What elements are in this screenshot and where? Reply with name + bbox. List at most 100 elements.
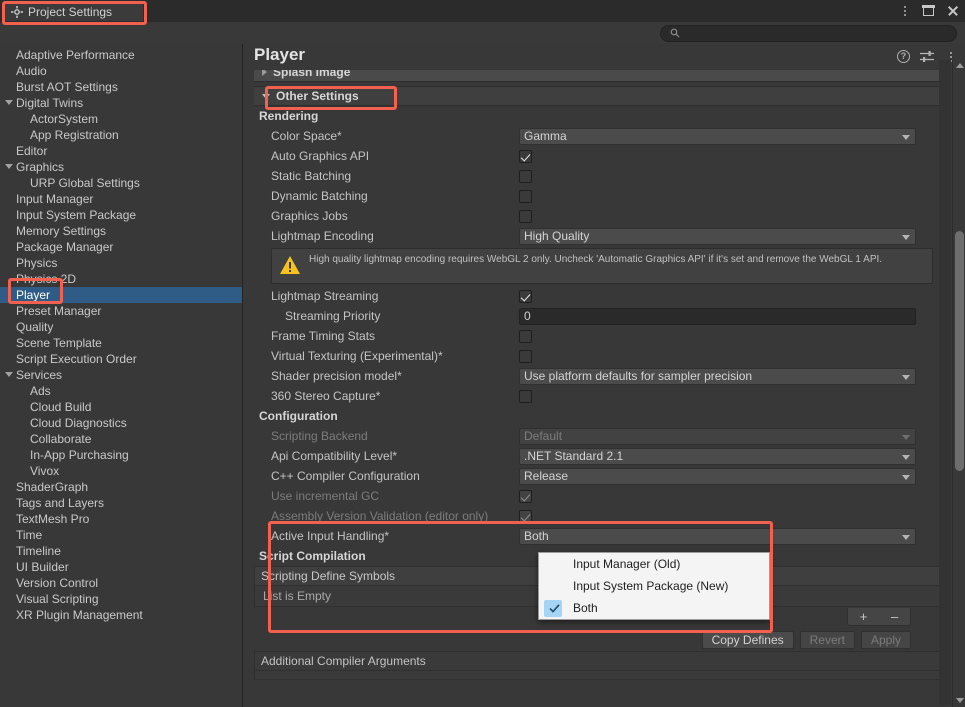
sidebar-item-visual-scripting[interactable]: Visual Scripting: [0, 591, 242, 607]
sidebar-item-physics-2d[interactable]: Physics 2D: [0, 271, 242, 287]
scroll-up-arrow-icon[interactable]: [955, 63, 964, 68]
sidebar-item-input-system-package[interactable]: Input System Package: [0, 207, 242, 223]
dropdown-value: Gamma: [524, 129, 567, 143]
checkbox-360-stereo-capture[interactable]: [519, 389, 532, 403]
sidebar-item-cloud-diagnostics[interactable]: Cloud Diagnostics: [0, 415, 242, 431]
sidebar-item-label: Digital Twins: [16, 96, 84, 110]
checkbox-assembly-version-validation-editor-only[interactable]: [519, 509, 532, 523]
sidebar-item-preset-manager[interactable]: Preset Manager: [0, 303, 242, 319]
window-scrollbar[interactable]: [952, 60, 965, 707]
additional-compiler-arguments-header[interactable]: Additional Compiler Arguments: [254, 651, 944, 671]
label-color-space: Color Space*: [271, 129, 342, 143]
row-streaming-priority: Streaming Priority 0: [254, 306, 952, 326]
sidebar-item-editor[interactable]: Editor: [0, 143, 242, 159]
row-scripting-backend: Scripting Backend Default: [254, 426, 952, 446]
dropdown-lightmap-encoding[interactable]: High Quality: [519, 227, 916, 245]
apply-button[interactable]: Apply: [860, 631, 911, 649]
tab-project-settings[interactable]: Project Settings: [5, 2, 143, 21]
label-360-stereo-capture: 360 Stereo Capture*: [271, 389, 381, 403]
menu-item-both[interactable]: Both: [539, 597, 769, 619]
menu-item-input-system-package-new[interactable]: Input System Package (New): [539, 575, 769, 597]
foldout-other-settings-label: Other Settings: [276, 89, 359, 103]
close-icon[interactable]: [946, 5, 959, 18]
kebab-menu-icon[interactable]: [898, 5, 911, 18]
dropdown-active-input-handling[interactable]: Both: [519, 527, 916, 545]
sidebar-item-player[interactable]: Player: [0, 287, 242, 303]
menu-item-input-manager-old[interactable]: Input Manager (Old): [539, 553, 769, 575]
sidebar-item-in-app-purchasing[interactable]: In-App Purchasing: [0, 447, 242, 463]
checkbox-graphics-jobs[interactable]: [519, 209, 532, 223]
control-area: [519, 329, 952, 343]
label-graphics-jobs: Graphics Jobs: [271, 209, 348, 223]
sidebar-item-label: Script Execution Order: [16, 352, 137, 366]
sidebar-item-shadergraph[interactable]: ShaderGraph: [0, 479, 242, 495]
scroll-down-arrow-icon[interactable]: [955, 698, 964, 703]
row-use-incremental-gc: Use incremental GC: [254, 486, 952, 506]
settings-sidebar[interactable]: Adaptive Performance Audio Burst AOT Setti…: [0, 44, 243, 707]
sidebar-item-tags-and-layers[interactable]: Tags and Layers: [0, 495, 242, 511]
checkbox-use-incremental-gc[interactable]: [519, 489, 532, 503]
add-define-button[interactable]: +: [860, 609, 868, 624]
sidebar-item-cloud-build[interactable]: Cloud Build: [0, 399, 242, 415]
dropdown-c-compiler-configuration[interactable]: Release: [519, 467, 916, 485]
sidebar-item-memory-settings[interactable]: Memory Settings: [0, 223, 242, 239]
sidebar-item-physics[interactable]: Physics: [0, 255, 242, 271]
sidebar-item-adaptive-performance[interactable]: Adaptive Performance: [0, 47, 242, 63]
sidebar-item-burst-aot-settings[interactable]: Burst AOT Settings: [0, 79, 242, 95]
checkbox-virtual-texturing-experimental[interactable]: [519, 349, 532, 363]
dropdown-shader-precision-model[interactable]: Use platform defaults for sampler precis…: [519, 367, 916, 385]
input-value: 0: [524, 309, 531, 323]
sidebar-item-textmesh-pro[interactable]: TextMesh Pro: [0, 511, 242, 527]
remove-define-button[interactable]: –: [891, 609, 898, 624]
sidebar-item-actorsystem[interactable]: ActorSystem: [0, 111, 242, 127]
checkbox-lightmap-streaming[interactable]: [519, 289, 532, 303]
chevron-down-icon[interactable]: [5, 164, 13, 169]
sidebar-item-scene-template[interactable]: Scene Template: [0, 335, 242, 351]
checkbox-frame-timing-stats[interactable]: [519, 329, 532, 343]
checkbox-static-batching[interactable]: [519, 169, 532, 183]
search-input[interactable]: [684, 27, 934, 40]
sidebar-item-timeline[interactable]: Timeline: [0, 543, 242, 559]
foldout-other-settings[interactable]: Other Settings: [254, 86, 944, 106]
preset-settings-icon[interactable]: [920, 50, 934, 63]
search-box[interactable]: [660, 25, 957, 42]
checkbox-auto-graphics-api[interactable]: [519, 149, 532, 163]
sidebar-item-time[interactable]: Time: [0, 527, 242, 543]
sidebar-item-package-manager[interactable]: Package Manager: [0, 239, 242, 255]
sidebar-item-quality[interactable]: Quality: [0, 319, 242, 335]
sidebar-item-version-control[interactable]: Version Control: [0, 575, 242, 591]
help-icon[interactable]: ?: [897, 50, 910, 63]
sidebar-item-xr-plugin-management[interactable]: XR Plugin Management: [0, 607, 242, 623]
sidebar-item-audio[interactable]: Audio: [0, 63, 242, 79]
sidebar-item-script-execution-order[interactable]: Script Execution Order: [0, 351, 242, 367]
foldout-splash-image[interactable]: Splash Image: [254, 70, 944, 82]
additional-compiler-arguments-label: Additional Compiler Arguments: [261, 654, 426, 668]
sidebar-item-label: Version Control: [16, 576, 99, 590]
active-input-handling-dropdown-menu[interactable]: Input Manager (Old) Input System Package …: [538, 552, 770, 620]
dropdown-scripting-backend[interactable]: Default: [519, 427, 916, 445]
control-area: 0: [519, 307, 952, 325]
sidebar-item-digital-twins[interactable]: Digital Twins: [0, 95, 242, 111]
sidebar-item-ads[interactable]: Ads: [0, 383, 242, 399]
checkbox-dynamic-batching[interactable]: [519, 189, 532, 203]
sidebar-item-ui-builder[interactable]: UI Builder: [0, 559, 242, 575]
sidebar-item-graphics[interactable]: Graphics: [0, 159, 242, 175]
chevron-down-icon[interactable]: [5, 100, 13, 105]
chevron-down-icon[interactable]: [5, 372, 13, 377]
revert-button[interactable]: Revert: [799, 631, 855, 649]
scrollbar-thumb[interactable]: [955, 231, 964, 471]
dropdown-color-space[interactable]: Gamma: [519, 127, 916, 145]
sidebar-item-vivox[interactable]: Vivox: [0, 463, 242, 479]
content-scroll-track[interactable]: [939, 60, 951, 705]
input-streaming-priority[interactable]: 0: [519, 307, 916, 325]
sidebar-item-collaborate[interactable]: Collaborate: [0, 431, 242, 447]
sidebar-item-label: Physics 2D: [16, 272, 77, 286]
sidebar-item-urp-global-settings[interactable]: URP Global Settings: [0, 175, 242, 191]
chevron-down-icon: [902, 534, 910, 540]
dropdown-api-compatibility-level[interactable]: .NET Standard 2.1: [519, 447, 916, 465]
maximize-icon[interactable]: [922, 5, 935, 18]
sidebar-item-app-registration[interactable]: App Registration: [0, 127, 242, 143]
sidebar-item-input-manager[interactable]: Input Manager: [0, 191, 242, 207]
copy-defines-button[interactable]: Copy Defines: [701, 631, 794, 649]
sidebar-item-services[interactable]: Services: [0, 367, 242, 383]
